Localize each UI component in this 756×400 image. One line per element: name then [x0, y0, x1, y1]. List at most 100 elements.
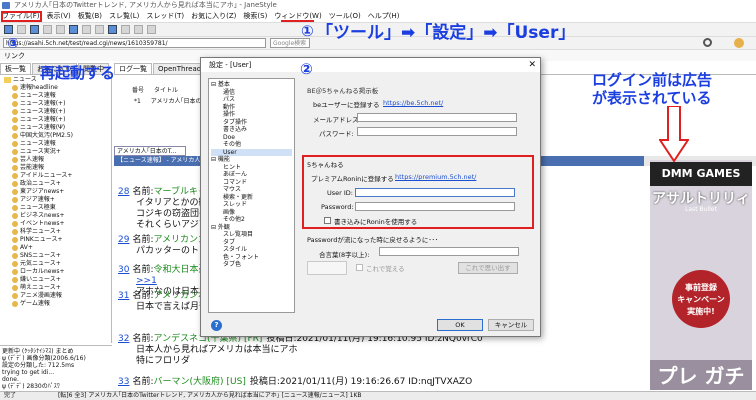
restore-button[interactable]: これで思い出す — [458, 262, 518, 274]
toolbar-button[interactable] — [134, 25, 143, 34]
board-item[interactable]: ニュース速報 — [4, 92, 111, 100]
settings-category-group[interactable]: ⊟ 外観 — [211, 224, 292, 232]
settings-category-item[interactable]: スレ覧項目 — [211, 231, 292, 239]
board-item[interactable]: ニュース速報(+) — [4, 108, 111, 116]
board-item[interactable]: イベントnews+ — [4, 220, 111, 228]
search-icon[interactable] — [703, 38, 712, 47]
board-item[interactable]: アニメ漫画速報 — [4, 292, 111, 300]
settings-category-item[interactable]: マウス — [211, 186, 292, 194]
tab-log-list[interactable]: ログ一覧 — [114, 63, 152, 74]
board-item[interactable]: SNSニュース+ — [4, 252, 111, 260]
toolbar-button[interactable] — [56, 25, 65, 34]
board-item[interactable]: ニュース実況+ — [4, 148, 111, 156]
board-item[interactable]: ニュース速報(+) — [4, 116, 111, 124]
settings-category-item[interactable]: コマンド — [211, 179, 292, 187]
column-number[interactable]: 番号 — [132, 87, 144, 94]
url-input[interactable]: https://asahi.5ch.net/test/read.cgi/news… — [3, 38, 266, 48]
settings-category-item[interactable]: 書き込み — [211, 126, 292, 134]
toolbar-button[interactable] — [43, 25, 52, 34]
board-item[interactable]: 東アジアnews+ — [4, 188, 111, 196]
board-item[interactable]: アイドルニュース+ — [4, 172, 111, 180]
close-icon[interactable]: ✕ — [528, 59, 536, 71]
board-item[interactable]: 科学ニュース+ — [4, 228, 111, 236]
settings-category-item[interactable]: あぼーん — [211, 171, 292, 179]
board-item[interactable]: PINKニュース+ — [4, 236, 111, 244]
post-number[interactable]: 30 — [118, 265, 129, 275]
board-item[interactable]: AV+ — [4, 244, 111, 252]
toolbar-button[interactable] — [121, 25, 130, 34]
be-mail-input[interactable] — [357, 113, 517, 122]
settings-category-item[interactable]: 検索・更新 — [211, 194, 292, 202]
board-item[interactable]: 芸能速報 — [4, 164, 111, 172]
post-number[interactable]: 33 — [118, 377, 129, 387]
menu-board-list[interactable]: 板覧(B) — [78, 11, 102, 22]
post-number[interactable]: 28 — [118, 187, 129, 197]
settings-category-item[interactable]: タブ色 — [211, 261, 292, 269]
board-item[interactable]: 政治ニュース+ — [4, 180, 111, 188]
ok-button[interactable]: OK — [437, 319, 483, 331]
settings-category-item[interactable]: 色・フォント — [211, 254, 292, 262]
toolbar-button[interactable] — [17, 25, 26, 34]
premium-ronin-link[interactable]: https://premium.5ch.net/ — [395, 173, 476, 181]
toolbar-button[interactable] — [30, 25, 39, 34]
settings-category-item[interactable]: 通信 — [211, 89, 292, 97]
board-item[interactable]: ビジネスnews+ — [4, 212, 111, 220]
settings-category-item[interactable]: その他2 — [211, 216, 292, 224]
board-item[interactable]: ニュース速報(Ψ) — [4, 124, 111, 132]
cancel-button[interactable]: キャンセル — [488, 319, 534, 331]
toolbar-button[interactable] — [82, 25, 91, 34]
toolbar-button[interactable] — [4, 25, 13, 34]
tab-board-list[interactable]: 板一覧 — [0, 63, 31, 74]
advertisement[interactable]: DMM GAMES アサルトリリィ Last Bullet 事前登録 キャンペー… — [650, 160, 752, 390]
toolbar-button[interactable] — [147, 25, 156, 34]
board-item[interactable]: アジア速報+ — [4, 196, 111, 204]
menu-tools[interactable]: ツール(O) — [329, 11, 361, 22]
board-item[interactable]: ニュース速報(+) — [4, 100, 111, 108]
column-title[interactable]: タイトル — [154, 87, 178, 94]
toolbar-button[interactable] — [69, 25, 78, 34]
settings-category-item[interactable]: 画像 — [211, 209, 292, 217]
board-item[interactable]: 速報headline — [4, 84, 111, 92]
ronin-checkbox[interactable] — [324, 217, 331, 224]
link-label[interactable]: リンク — [4, 52, 25, 60]
password-input[interactable] — [355, 202, 515, 211]
menu-thread[interactable]: スレッド(T) — [146, 11, 184, 22]
board-item[interactable]: ゲーム速報 — [4, 300, 111, 308]
settings-category-item[interactable]: 操作 — [211, 111, 292, 119]
toolbar-button[interactable] — [108, 25, 117, 34]
post-number[interactable]: 31 — [118, 291, 129, 301]
settings-category-item[interactable]: パス — [211, 96, 292, 104]
thread-tab[interactable]: アメリカ人｢日本のT... — [114, 146, 186, 156]
settings-category-group[interactable]: ⊟ 基本 — [211, 81, 292, 89]
settings-category-item[interactable]: タブ — [211, 239, 292, 247]
menu-search[interactable]: 検索(S) — [243, 11, 267, 22]
settings-category-item[interactable]: Doe — [211, 134, 292, 142]
menu-view[interactable]: 表示(V) — [47, 11, 71, 22]
toolbar-button[interactable] — [95, 25, 104, 34]
userid-input[interactable] — [355, 188, 515, 197]
post-number[interactable]: 29 — [118, 235, 129, 245]
menu-help[interactable]: ヘルプ(H) — [368, 11, 400, 22]
board-item[interactable]: 芸人速報 — [4, 156, 111, 164]
board-item[interactable]: ニュース速報 — [4, 140, 111, 148]
menu-favorites[interactable]: お気に入り(Z) — [191, 11, 236, 22]
board-item[interactable]: 中国大気汚(PM2.5) — [4, 132, 111, 140]
be-password-input[interactable] — [357, 127, 517, 136]
post-number[interactable]: 32 — [118, 334, 129, 344]
settings-category-item[interactable]: タブ操作 — [211, 119, 292, 127]
settings-category-item[interactable]: スタイル — [211, 246, 292, 254]
settings-category-item[interactable]: 動作 — [211, 104, 292, 112]
board-item[interactable]: 萌えニュース+ — [4, 284, 111, 292]
menu-thread-list[interactable]: スレ覧(L) — [109, 11, 139, 22]
board-item[interactable]: 嫌いニュース+ — [4, 276, 111, 284]
user-icon[interactable] — [734, 38, 744, 48]
settings-category-item[interactable]: ヒント — [211, 164, 292, 172]
settings-category-group[interactable]: ⊟ 機能 — [211, 156, 292, 164]
help-icon[interactable]: ? — [211, 320, 222, 331]
settings-category-item[interactable]: User — [211, 148, 292, 156]
be-register-link[interactable]: https://be.5ch.net/ — [383, 99, 443, 107]
remember-checkbox[interactable] — [356, 264, 363, 271]
board-item[interactable]: ローカルnews+ — [4, 268, 111, 276]
board-item[interactable]: 元気ニュース+ — [4, 260, 111, 268]
settings-category-item[interactable]: その他 — [211, 141, 292, 149]
